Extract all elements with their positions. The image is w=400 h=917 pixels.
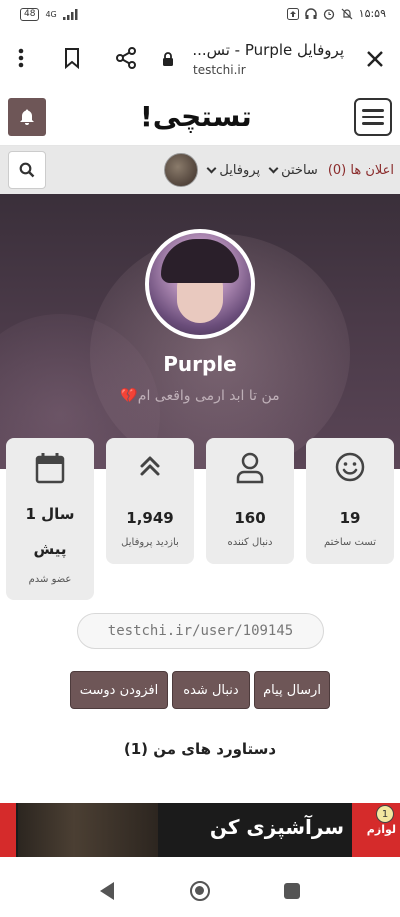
site-header: تستچی! (0, 90, 400, 146)
site-logo[interactable]: تستچی! (140, 100, 253, 133)
profile-bio: من تا ابد ارمی واقعی ام💔 (120, 388, 280, 404)
nav-profile-label: پروفایل (219, 162, 261, 178)
nav-build-label: ساختن (281, 162, 318, 178)
stat-card-views: 1,949 بازدید پروفایل (106, 438, 194, 564)
ad-brand: لوازم (366, 823, 396, 836)
add-friend-button[interactable]: افزودن دوست (70, 671, 168, 709)
stat-value: 19 (339, 509, 361, 527)
stat-label: عضو شدم (28, 574, 72, 585)
stat-label: بازدید پروفایل (121, 537, 179, 548)
clock: ۱۵:۵۹ (358, 7, 386, 20)
stat-value: 1,949 (126, 509, 174, 527)
mute-icon (341, 8, 353, 19)
profile-link[interactable]: testchi.ir/user/109145 (77, 613, 324, 649)
double-chevron-up-icon (140, 456, 160, 476)
recent-apps-icon[interactable] (284, 883, 300, 899)
battery-icon: 48 (20, 8, 40, 21)
alarm-icon (323, 8, 334, 20)
menu-line (362, 115, 384, 119)
profile-cover: Purple من تا ابد ارمی واقعی ام💔 (0, 194, 400, 469)
profile-username: Purple (163, 352, 237, 376)
stat-card-joined: 1 سال پیش عضو شدم (6, 438, 94, 600)
screen: 48 4G ۱۵:۵۹ پروفایل Purple - تس... testc… (0, 0, 400, 917)
profile-avatar (145, 229, 255, 339)
nav-build[interactable]: ساختن (268, 162, 318, 178)
ad-left-strip (0, 803, 16, 857)
user-icon (236, 452, 264, 484)
calendar-icon (35, 453, 65, 484)
smile-icon (335, 452, 365, 482)
stat-value-line2: پیش (33, 540, 67, 558)
menu-line (362, 109, 384, 112)
achievements-heading: دستاورد های من (1) (123, 740, 277, 758)
chevron-down-icon (268, 163, 279, 174)
followed-button[interactable]: دنبال شده (172, 671, 250, 709)
bell-icon (20, 109, 34, 125)
nav-notifications-label: اعلان ها (0) (327, 162, 394, 178)
headphones-icon (304, 7, 317, 19)
stat-card-tests: 19 تست ساختم (306, 438, 394, 564)
send-message-button[interactable]: ارسال پیام (254, 671, 330, 709)
hamburger-menu-button[interactable] (354, 98, 392, 136)
ad-image (18, 803, 158, 857)
nav-notifications[interactable]: اعلان ها (0) (328, 163, 394, 178)
ad-banner[interactable]: سرآشپزی کن لوازم 1 (0, 803, 400, 857)
user-avatar[interactable] (164, 153, 199, 187)
stat-card-followers[interactable]: 160 دنبال کننده (206, 438, 294, 564)
home-icon[interactable] (190, 881, 210, 901)
signal-icon (62, 9, 78, 20)
page-title: پروفایل Purple - تس... (192, 41, 344, 59)
stat-value: 160 (234, 509, 266, 527)
ad-headline: سرآشپزی کن (209, 815, 344, 839)
upload-icon (286, 7, 299, 20)
status-bar: 48 4G ۱۵:۵۹ (0, 0, 400, 30)
nav-profile[interactable]: پروفایل (206, 162, 261, 178)
profile-stats: 19 تست ساختم 160 دنبال کننده 1,949 بازدی… (6, 438, 394, 602)
notifications-button[interactable] (8, 98, 46, 136)
stat-label: دنبال کننده (227, 537, 273, 548)
bookmark-icon[interactable] (64, 47, 80, 69)
stat-value-line1: 1 سال (25, 505, 75, 523)
close-icon[interactable] (366, 50, 384, 68)
share-icon[interactable] (115, 47, 137, 69)
search-button[interactable] (8, 151, 46, 189)
search-icon (19, 162, 35, 178)
menu-line (362, 122, 384, 125)
site-navbar: پروفایل ساختن اعلان ها (0) (0, 146, 400, 194)
nav-items: پروفایل ساختن اعلان ها (0) (164, 150, 394, 190)
browser-toolbar: پروفایل Purple - تس... testchi.ir (0, 30, 400, 90)
system-navigation-bar (0, 865, 400, 917)
more-vertical-icon[interactable] (18, 48, 24, 68)
url-text[interactable]: testchi.ir (193, 63, 246, 77)
back-icon[interactable] (100, 882, 114, 900)
ad-badge-icon: 1 (376, 805, 394, 823)
stat-label: تست ساختم (324, 537, 376, 548)
chevron-down-icon (206, 163, 217, 174)
network-label: 4G (45, 10, 57, 19)
lock-icon (163, 52, 173, 66)
